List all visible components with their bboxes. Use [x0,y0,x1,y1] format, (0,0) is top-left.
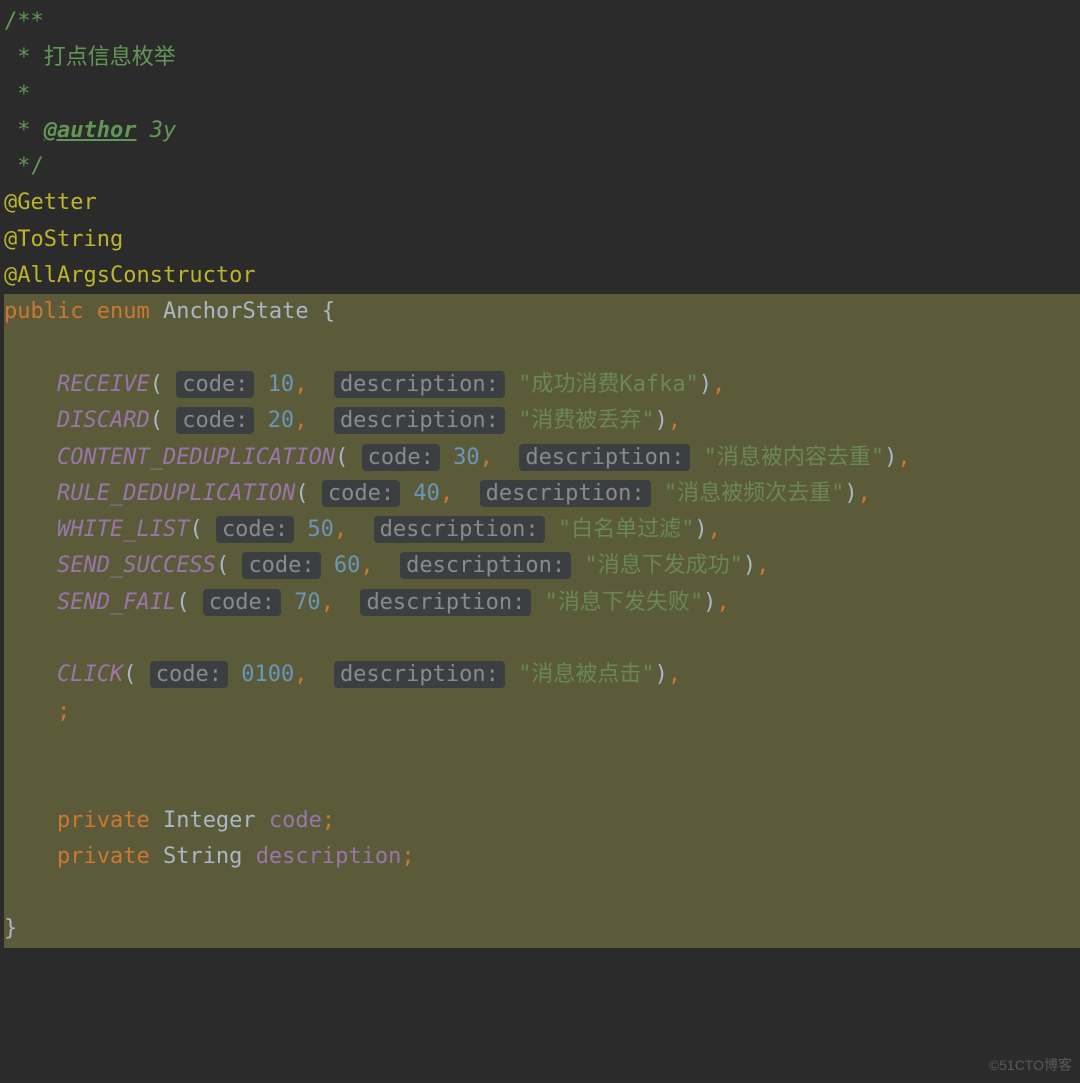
annotation-tostring: @ToString [4,227,123,252]
javadoc-author-tag: @author [44,118,137,143]
string-literal: "消费被丢弃" [518,408,655,433]
highlighted-region: public enum AnchorState { RECEIVE( code:… [4,294,1080,947]
param-hint-description: description: [400,552,571,579]
param-hint-description: description: [519,444,690,471]
annotation-getter: @Getter [4,190,97,215]
number-literal: 70 [294,590,321,615]
param-hint-code: code: [150,661,228,688]
enum-constant: CLICK [57,662,123,687]
enum-constant: SEND_SUCCESS [57,553,216,578]
keyword-public: public [4,299,83,324]
enum-terminator: ; [57,699,70,724]
number-literal: 60 [334,553,361,578]
keyword-private: private [57,844,150,869]
enum-constant: DISCARD [57,408,150,433]
brace-close: } [4,916,17,941]
javadoc-line: * [4,82,31,107]
javadoc-close: */ [4,154,44,179]
field-description: description [256,844,402,869]
number-literal: 30 [453,445,480,470]
javadoc-line: * 打点信息枚举 [4,45,176,70]
param-hint-code: code: [242,552,320,579]
string-literal: "消息下发失败" [545,590,704,615]
type-integer: Integer [163,808,256,833]
number-literal: 10 [268,372,295,397]
javadoc-line: * [4,118,44,143]
param-hint-code: code: [176,371,254,398]
annotation-allargsconstructor: @AllArgsConstructor [4,263,256,288]
string-literal: "消息被内容去重" [704,445,885,470]
param-hint-code: code: [203,589,281,616]
javadoc-open: /** [4,9,44,34]
keyword-private: private [57,808,150,833]
enum-constant: RECEIVE [57,372,150,397]
string-literal: "白名单过滤" [558,517,695,542]
param-hint-code: code: [362,444,440,471]
string-literal: "消息被点击" [518,662,655,687]
enum-constant: CONTENT_DEDUPLICATION [57,445,335,470]
number-literal: 20 [268,408,295,433]
code-block: /** * 打点信息枚举 * * @author 3y */ @Getter @… [0,0,1080,948]
param-hint-code: code: [322,480,400,507]
number-literal: 0100 [241,662,294,687]
param-hint-description: description: [334,661,505,688]
param-hint-description: description: [334,407,505,434]
number-literal: 40 [413,481,440,506]
field-code: code [269,808,322,833]
param-hint-description: description: [374,516,545,543]
watermark: ©51CTO博客 [989,1054,1072,1077]
param-hint-description: description: [334,371,505,398]
param-hint-description: description: [360,589,531,616]
enum-constant: WHITE_LIST [57,517,189,542]
param-hint-code: code: [176,407,254,434]
keyword-enum: enum [97,299,150,324]
type-string: String [163,844,242,869]
string-literal: "消息被频次去重" [664,481,845,506]
param-hint-code: code: [216,516,294,543]
string-literal: "消息下发成功" [584,553,743,578]
param-hint-description: description: [480,480,651,507]
enum-constant: SEND_FAIL [57,590,176,615]
enum-constant: RULE_DEDUPLICATION [57,481,295,506]
javadoc-author-name: 3y [136,118,176,143]
string-literal: "成功消费Kafka" [518,372,699,397]
class-name: AnchorState [163,299,309,324]
number-literal: 50 [307,517,334,542]
brace-open: { [322,299,335,324]
